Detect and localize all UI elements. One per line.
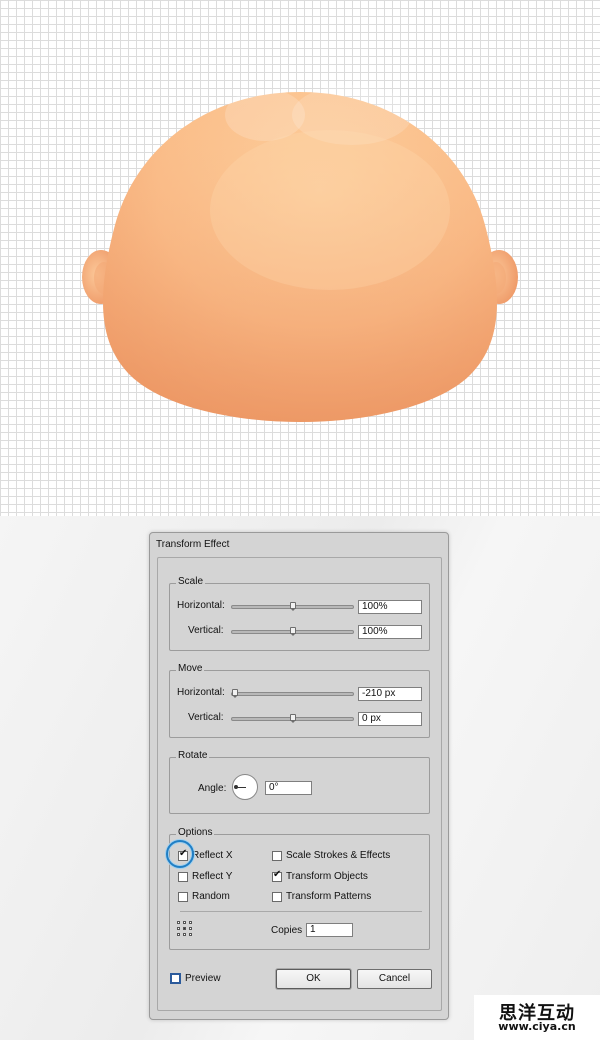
- dialog-title: Transform Effect: [156, 539, 230, 550]
- scale-horizontal-slider[interactable]: [231, 602, 354, 611]
- transform-objects-checkbox[interactable]: [272, 869, 282, 882]
- rotate-group-title: Rotate: [176, 750, 210, 761]
- scale-horizontal-input[interactable]: 100%: [358, 600, 422, 614]
- watermark-logo: 思洋互动 www.ciya.cn: [474, 995, 600, 1040]
- move-horizontal-input[interactable]: -210 px: [358, 687, 422, 701]
- transform-patterns-label[interactable]: Transform Patterns: [286, 891, 371, 902]
- copies-label: Copies: [271, 925, 303, 936]
- move-vertical-input[interactable]: 0 px: [358, 712, 422, 726]
- preview-checkbox[interactable]: [170, 973, 181, 984]
- move-vertical-label: Vertical:: [188, 712, 224, 723]
- transform-patterns-checkbox[interactable]: [272, 892, 282, 902]
- reflect-y-label[interactable]: Reflect Y: [192, 871, 232, 882]
- rotate-angle-label: Angle:: [198, 783, 227, 794]
- move-horizontal-slider[interactable]: [231, 689, 354, 698]
- scale-horizontal-label: Horizontal:: [177, 600, 225, 611]
- ok-button[interactable]: OK: [276, 969, 351, 989]
- transform-effect-dialog: Transform Effect Scale Horizontal: 100% …: [149, 532, 449, 1020]
- angle-dial[interactable]: [232, 774, 258, 800]
- scale-group: Scale Horizontal: 100% Vertical: 100%: [169, 576, 430, 651]
- scale-vertical-label: Vertical:: [188, 625, 224, 636]
- options-group-title: Options: [176, 827, 215, 838]
- random-checkbox[interactable]: [178, 892, 188, 902]
- move-group: Move Horizontal: -210 px Vertical: 0 px: [169, 663, 430, 738]
- head-illustration[interactable]: [0, 0, 600, 516]
- preview-label[interactable]: Preview: [185, 973, 221, 984]
- dialog-body: Scale Horizontal: 100% Vertical: 100% Mo…: [157, 557, 442, 1011]
- reference-point-grid-icon[interactable]: [177, 921, 193, 937]
- angle-dial-needle: [235, 787, 246, 788]
- reflect-x-checkbox[interactable]: [178, 848, 188, 861]
- options-separator: [180, 911, 422, 912]
- scale-group-title: Scale: [176, 576, 206, 587]
- transform-objects-label[interactable]: Transform Objects: [286, 871, 368, 882]
- scale-strokes-label[interactable]: Scale Strokes & Effects: [286, 850, 390, 861]
- options-group: Options Reflect X Reflect Y Random Scale…: [169, 827, 430, 950]
- scale-strokes-checkbox[interactable]: [272, 851, 282, 861]
- scale-vertical-slider[interactable]: [231, 627, 354, 636]
- scale-vertical-input[interactable]: 100%: [358, 625, 422, 639]
- rotate-group: Rotate Angle: 0°: [169, 750, 430, 814]
- reflect-y-checkbox[interactable]: [178, 872, 188, 882]
- move-vertical-slider[interactable]: [231, 714, 354, 723]
- random-label[interactable]: Random: [192, 891, 230, 902]
- copies-input[interactable]: 1: [306, 923, 353, 937]
- watermark-url: www.ciya.cn: [498, 1020, 576, 1033]
- move-horizontal-label: Horizontal:: [177, 687, 225, 698]
- rotate-angle-input[interactable]: 0°: [265, 781, 312, 795]
- artboard-canvas[interactable]: [0, 0, 600, 516]
- reflect-x-label[interactable]: Reflect X: [192, 850, 233, 861]
- cancel-button[interactable]: Cancel: [357, 969, 432, 989]
- move-group-title: Move: [176, 663, 205, 674]
